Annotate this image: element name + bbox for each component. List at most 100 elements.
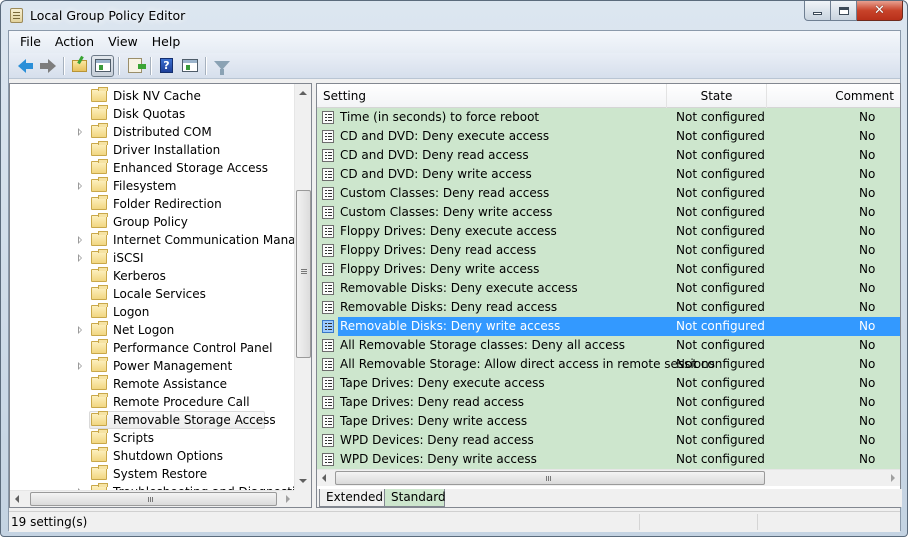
tree-item[interactable]: Group Policy	[10, 213, 295, 231]
expand-arrow-icon[interactable]	[78, 182, 82, 190]
tree-item[interactable]: Removable Storage Access	[10, 411, 295, 429]
menu-help[interactable]: Help	[145, 31, 188, 53]
menu-action[interactable]: Action	[48, 31, 101, 53]
setting-row[interactable]: Tape Drives: Deny read access Not configu…	[317, 393, 900, 412]
menu-file[interactable]: File	[13, 31, 48, 53]
setting-row[interactable]: Removable Disks: Deny read access Not con…	[317, 298, 900, 317]
tree-item[interactable]: Internet Communication Management	[10, 231, 295, 249]
setting-row[interactable]: Floppy Drives: Deny write access Not conf…	[317, 260, 900, 279]
setting-row[interactable]: WPD Devices: Deny read access Not configu…	[317, 431, 900, 450]
row-comment: No	[859, 262, 876, 276]
folder-icon	[91, 357, 108, 372]
tree-item[interactable]: Driver Installation	[10, 141, 295, 159]
tree-item[interactable]: Remote Assistance	[10, 375, 295, 393]
list-horizontal-scroll-thumb[interactable]	[335, 471, 765, 485]
tree-item[interactable]: Disk NV Cache	[10, 87, 295, 105]
tab-extended[interactable]: Extended	[319, 489, 385, 507]
tree-item[interactable]: Remote Procedure Call	[10, 393, 295, 411]
scroll-corner	[294, 490, 311, 507]
up-one-level-button[interactable]	[68, 55, 91, 77]
tab-standard[interactable]: Standard	[385, 489, 446, 507]
action-pane-icon	[181, 59, 198, 72]
tree-item[interactable]: Logon	[10, 303, 295, 321]
tree-item[interactable]: Enhanced Storage Access	[10, 159, 295, 177]
tree-vertical-scroll-thumb[interactable]	[296, 190, 311, 358]
setting-row[interactable]: CD and DVD: Deny read access Not configur…	[317, 146, 900, 165]
tree-item[interactable]: Distributed COM	[10, 123, 295, 141]
tree-item[interactable]: Filesystem	[10, 177, 295, 195]
tree-item[interactable]: Disk Quotas	[10, 105, 295, 123]
policy-setting-icon	[322, 225, 334, 238]
tree-item[interactable]: Troubleshooting and Diagnostics	[10, 483, 295, 490]
show-hide-console-tree-button[interactable]	[91, 54, 114, 77]
column-header-state[interactable]: State	[667, 84, 767, 108]
row-state: Not configured	[676, 395, 765, 409]
setting-row[interactable]: Tape Drives: Deny write access Not config…	[317, 412, 900, 431]
column-header-setting[interactable]: Setting	[317, 84, 667, 108]
row-state: Not configured	[676, 129, 765, 143]
tree-item[interactable]: Power Management	[10, 357, 295, 375]
close-button[interactable]: ✕	[857, 1, 903, 21]
expand-arrow-icon[interactable]	[78, 254, 82, 262]
tree-item[interactable]: Performance Control Panel	[10, 339, 295, 357]
maximize-button[interactable]	[831, 1, 857, 21]
tree-item[interactable]: Folder Redirection	[10, 195, 295, 213]
tree-item[interactable]: Net Logon	[10, 321, 295, 339]
setting-row[interactable]: Floppy Drives: Deny read access Not confi…	[317, 241, 900, 260]
scroll-right-icon[interactable]	[891, 474, 895, 482]
expand-arrow-icon[interactable]	[78, 326, 82, 334]
scroll-right-icon[interactable]	[286, 495, 290, 503]
tree-item[interactable]: Shutdown Options	[10, 447, 295, 465]
setting-row[interactable]: CD and DVD: Deny write access Not configu…	[317, 165, 900, 184]
tree-vertical-scrollbar[interactable]	[294, 84, 311, 490]
tree-item[interactable]: System Restore	[10, 465, 295, 483]
list-horizontal-scrollbar[interactable]	[317, 469, 900, 486]
setting-row[interactable]: CD and DVD: Deny execute access Not confi…	[317, 127, 900, 146]
tree-item[interactable]: iSCSI	[10, 249, 295, 267]
setting-row[interactable]: Custom Classes: Deny write access Not con…	[317, 203, 900, 222]
scroll-down-icon[interactable]	[299, 479, 307, 483]
setting-row[interactable]: Custom Classes: Deny read access Not conf…	[317, 184, 900, 203]
tree-item[interactable]: Scripts	[10, 429, 295, 447]
setting-row[interactable]: Floppy Drives: Deny execute access Not co…	[317, 222, 900, 241]
row-comment: No	[859, 110, 876, 124]
setting-row[interactable]: Time (in seconds) to force reboot Not con…	[317, 108, 900, 127]
tree-item[interactable]: Locale Services	[10, 285, 295, 303]
tree-horizontal-scrollbar[interactable]	[10, 490, 295, 507]
back-button[interactable]	[13, 55, 36, 77]
setting-row[interactable]: Tape Drives: Deny execute access Not conf…	[317, 374, 900, 393]
minimize-button[interactable]	[804, 1, 831, 21]
row-state: Not configured	[676, 319, 765, 333]
row-comment: No	[859, 319, 876, 333]
scroll-up-icon[interactable]	[299, 91, 307, 95]
expand-arrow-icon[interactable]	[78, 362, 82, 370]
setting-row[interactable]: All Removable Storage: Allow direct acce…	[317, 355, 900, 374]
setting-row[interactable]: WPD Devices: Deny write access Not config…	[317, 450, 900, 469]
caption-buttons: ✕	[804, 1, 903, 21]
expand-arrow-icon[interactable]	[78, 128, 82, 136]
menu-view[interactable]: View	[101, 31, 145, 53]
settings-list: Time (in seconds) to force reboot Not con…	[317, 108, 900, 469]
row-state: Not configured	[676, 186, 765, 200]
tree-item-label: Scripts	[113, 431, 155, 445]
help-button[interactable]: ?	[155, 55, 178, 77]
forward-button[interactable]	[36, 55, 59, 77]
setting-row[interactable]: All Removable Storage classes: Deny all …	[317, 336, 900, 355]
policy-setting-icon	[322, 320, 334, 333]
scroll-left-icon[interactable]	[322, 474, 326, 482]
tree-item-label: Folder Redirection	[113, 197, 222, 211]
scroll-left-icon[interactable]	[15, 495, 19, 503]
folder-icon	[91, 321, 108, 336]
title-bar[interactable]: Local Group Policy Editor ✕	[1, 1, 907, 31]
filter-button[interactable]	[210, 55, 233, 77]
tree-horizontal-scroll-thumb[interactable]	[30, 492, 277, 506]
expand-arrow-icon[interactable]	[78, 236, 82, 244]
tree-item[interactable]: Kerberos	[10, 267, 295, 285]
column-header-comment[interactable]: Comment	[767, 84, 900, 108]
toolbar-separator	[205, 56, 206, 75]
setting-row[interactable]: Removable Disks: Deny execute access Not …	[317, 279, 900, 298]
close-icon: ✕	[874, 3, 885, 18]
export-list-button[interactable]	[123, 55, 146, 77]
show-hide-action-pane-button[interactable]	[178, 55, 201, 77]
setting-row[interactable]: Removable Disks: Deny write access Not co…	[317, 317, 900, 336]
